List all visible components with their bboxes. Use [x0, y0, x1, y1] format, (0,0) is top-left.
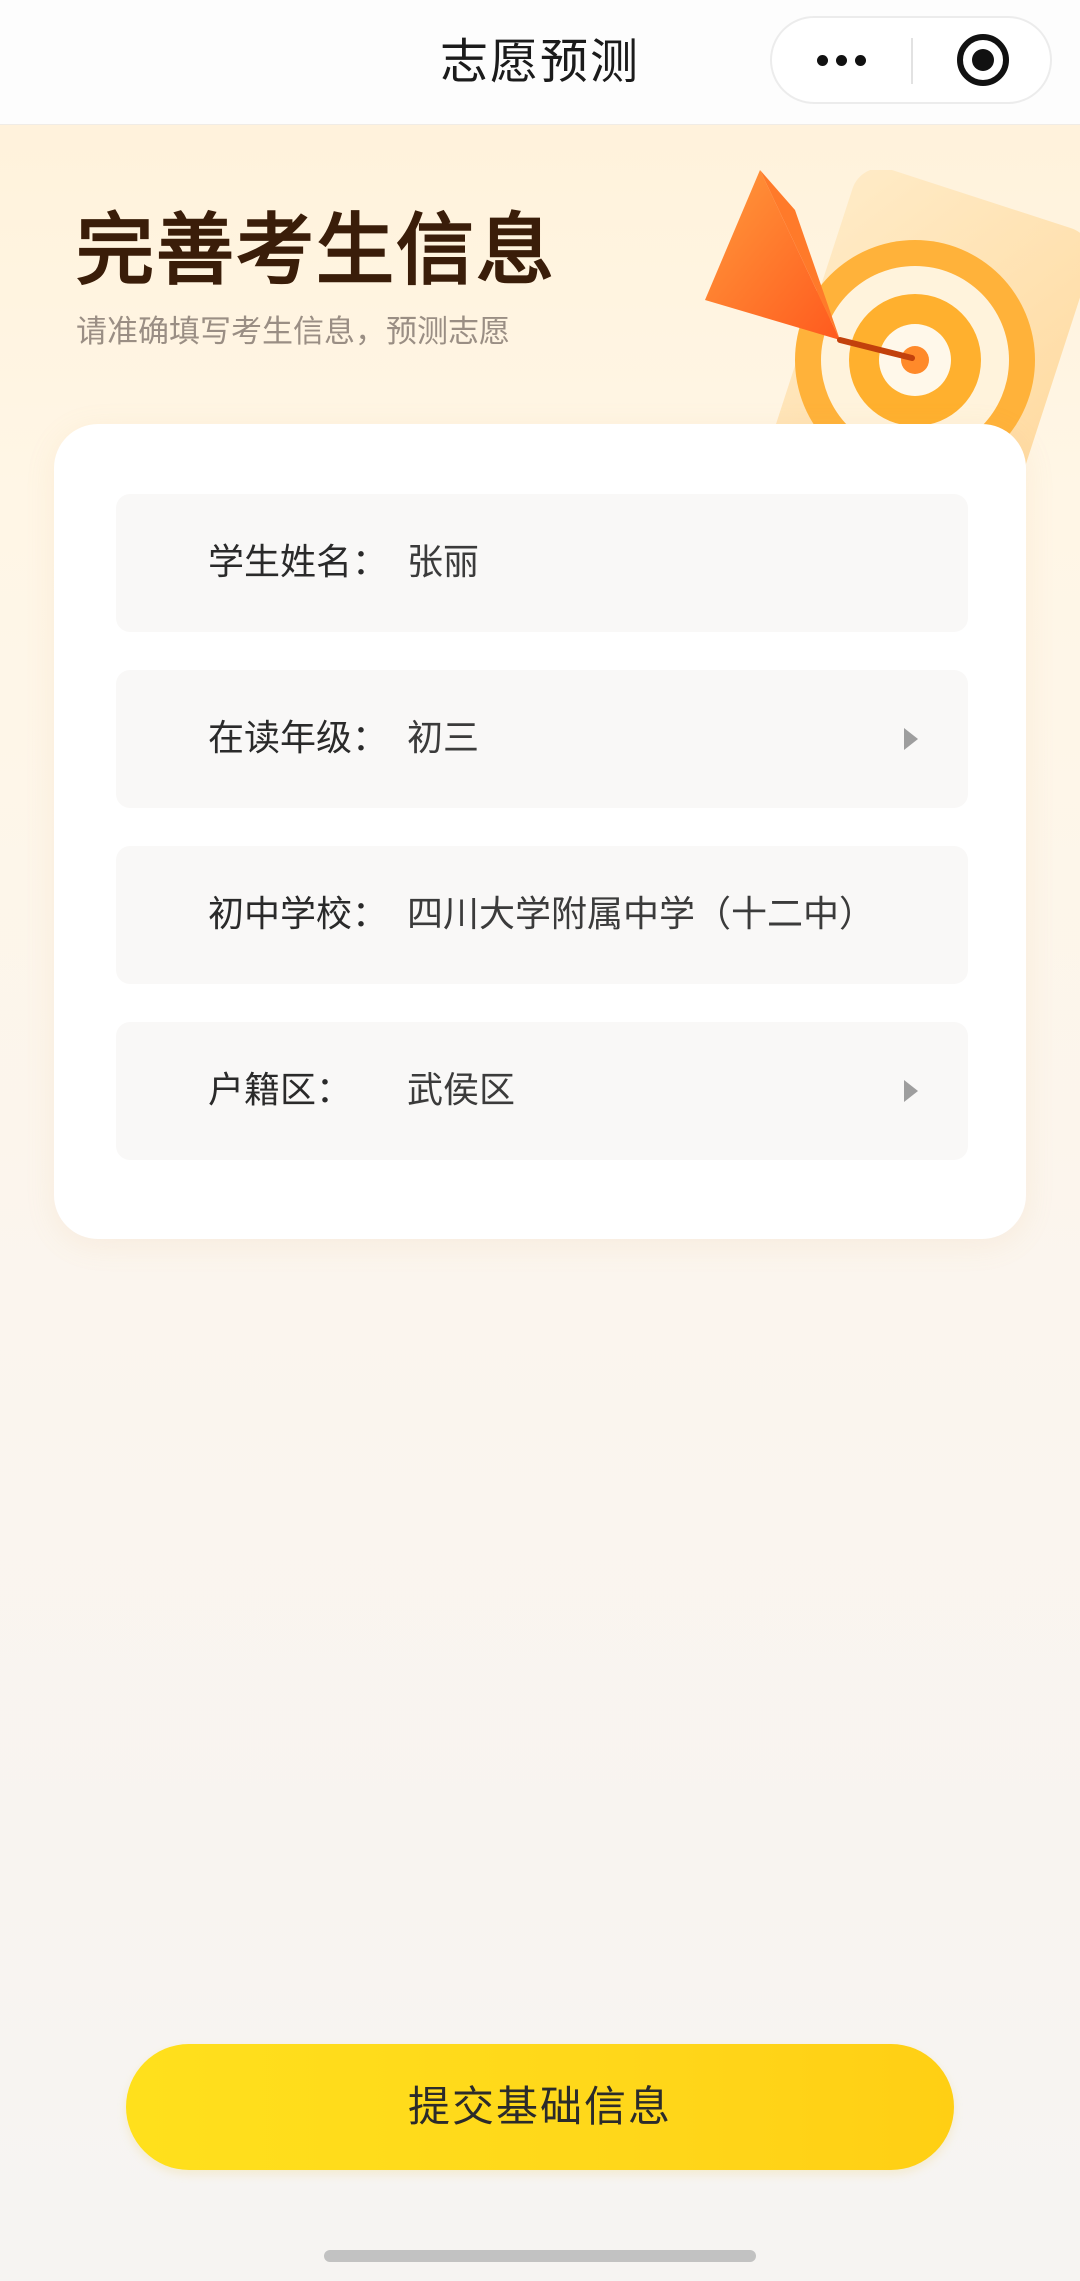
- field-label: 学生姓名：: [208, 542, 389, 583]
- page-title: 完善考生信息: [76, 206, 557, 296]
- student-name-input[interactable]: 张丽: [407, 494, 479, 632]
- field-label: 户籍区：: [208, 1070, 353, 1111]
- home-indicator: [324, 2250, 756, 2262]
- field-label: 在读年级：: [208, 718, 389, 759]
- field-label: 初中学校：: [208, 894, 389, 935]
- district-select[interactable]: 武侯区: [407, 1022, 515, 1160]
- school-input[interactable]: 四川大学附属中学（十二中）: [407, 846, 875, 984]
- chevron-right-icon[interactable]: [904, 1080, 918, 1102]
- grade-select[interactable]: 初三: [407, 670, 479, 808]
- target-close-icon[interactable]: [913, 18, 1052, 102]
- field-grade[interactable]: 在读年级： 初三: [116, 670, 968, 808]
- capsule-menu: [770, 16, 1052, 104]
- field-district[interactable]: 户籍区： 武侯区: [116, 1022, 968, 1160]
- nav-bar: 志愿预测: [0, 0, 1080, 125]
- field-student-name[interactable]: 学生姓名： 张丽: [116, 494, 968, 632]
- field-school[interactable]: 初中学校： 四川大学附属中学（十二中）: [116, 846, 968, 984]
- more-dots-icon[interactable]: [772, 18, 912, 102]
- submit-button[interactable]: 提交基础信息: [126, 2044, 954, 2170]
- page-subtitle: 请准确填写考生信息，预测志愿: [76, 314, 510, 350]
- student-info-card: 学生姓名： 张丽 在读年级： 初三 初中学校： 四川大学附属中学（十二中） 户籍…: [54, 424, 1026, 1239]
- chevron-right-icon[interactable]: [904, 728, 918, 750]
